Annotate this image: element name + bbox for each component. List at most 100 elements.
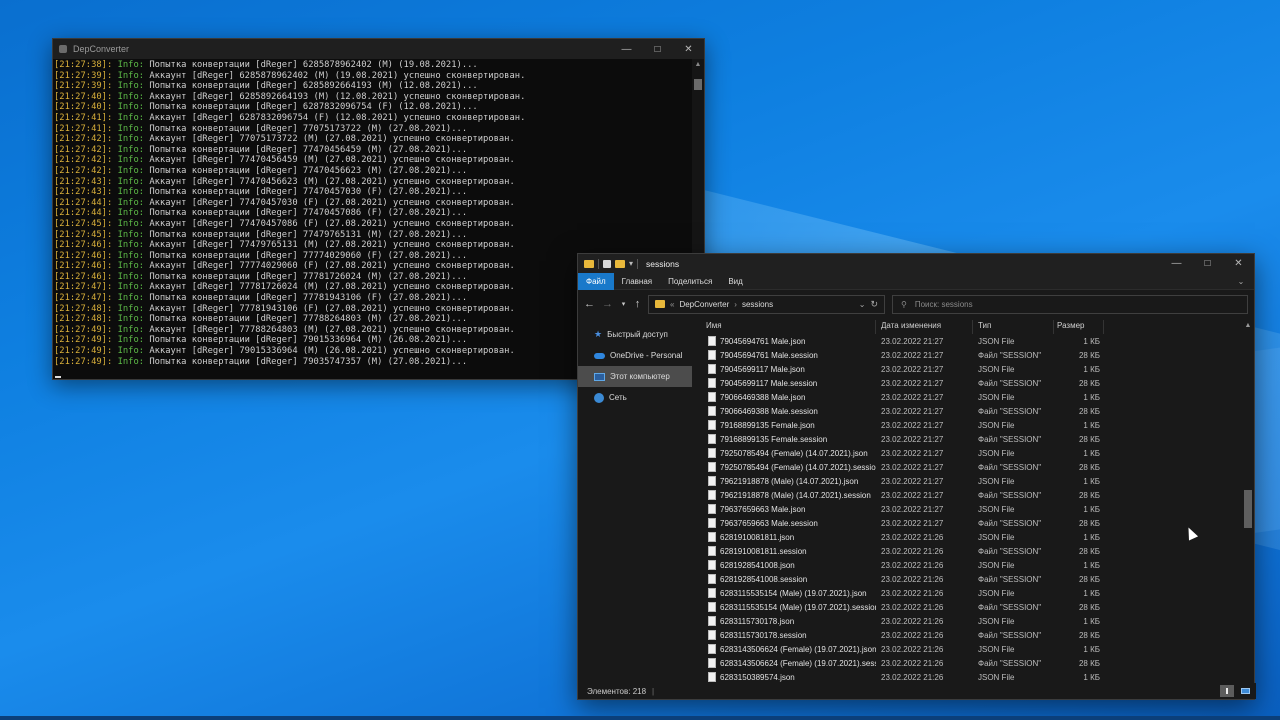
- file-size: 28 КБ: [1078, 462, 1100, 472]
- file-list: ˄ Имя Дата изменения Тип Размер 79045694…: [692, 320, 1244, 684]
- column-size[interactable]: Размер: [1054, 320, 1104, 334]
- file-type: JSON File: [978, 476, 1015, 486]
- file-row[interactable]: 79637659663 Male.json 23.02.2022 21:27 JSO…: [692, 502, 1244, 516]
- file-name: 79250785494 (Female) (14.07.2021).json: [720, 448, 868, 458]
- properties-icon[interactable]: [603, 259, 611, 268]
- refresh-icon[interactable]: ↻: [870, 299, 878, 310]
- file-row[interactable]: 79066469388 Male.json 23.02.2022 21:27 JSO…: [692, 390, 1244, 404]
- file-type: Файл "SESSION": [978, 434, 1042, 444]
- file-name: 6283143506624 (Female) (19.07.2021).sess…: [720, 658, 876, 668]
- expand-ribbon-icon[interactable]: ⌄: [1228, 277, 1254, 286]
- file-row[interactable]: 79045694761 Male.json 23.02.2022 21:27 JSO…: [692, 334, 1244, 348]
- details-view-button[interactable]: [1220, 685, 1234, 697]
- breadcrumb-parent[interactable]: DepConverter: [679, 300, 729, 309]
- file-row[interactable]: 6283115535154 (Male) (19.07.2021).sessio…: [692, 600, 1244, 614]
- file-name: 79250785494 (Female) (14.07.2021).sessio…: [720, 462, 876, 472]
- file-date: 23.02.2022 21:27: [881, 336, 944, 346]
- file-name-cell: 6281928541008.session: [692, 574, 876, 584]
- explorer-titlebar[interactable]: ▾ sessions — □ ✕: [578, 254, 1254, 273]
- scroll-thumb[interactable]: [694, 79, 702, 90]
- up-icon[interactable]: ↑: [634, 298, 641, 310]
- forward-icon[interactable]: →: [602, 298, 613, 310]
- file-row[interactable]: 79168899135 Female.session 23.02.2022 21:…: [692, 432, 1244, 446]
- file-date: 23.02.2022 21:27: [881, 462, 944, 472]
- file-row[interactable]: 6283115535154 (Male) (19.07.2021).json 23…: [692, 586, 1244, 600]
- file-type: Файл "SESSION": [978, 406, 1042, 416]
- maximize-button[interactable]: □: [642, 39, 673, 59]
- folder-icon: [655, 300, 665, 308]
- tab-view[interactable]: Вид: [720, 273, 750, 290]
- file-name-cell: 6283115535154 (Male) (19.07.2021).sessio…: [692, 602, 876, 612]
- console-line: [21:27:39]: Info: Попытка конвертации [d…: [54, 81, 704, 92]
- file-row[interactable]: 6283143506624 (Female) (19.07.2021).json…: [692, 642, 1244, 656]
- file-row[interactable]: 79168899135 Female.json 23.02.2022 21:27 J…: [692, 418, 1244, 432]
- breadcrumb-overflow[interactable]: «: [670, 300, 674, 309]
- file-list-scrollbar[interactable]: ▲: [1242, 320, 1254, 684]
- log-message: Попытка конвертации [dReger] 77479765131…: [149, 229, 468, 240]
- column-type[interactable]: Тип: [973, 320, 1054, 334]
- scroll-thumb[interactable]: [1244, 490, 1252, 528]
- tab-share[interactable]: Поделиться: [660, 273, 720, 290]
- file-row[interactable]: 79621918878 (Male) (14.07.2021).session 2…: [692, 488, 1244, 502]
- chevron-down-icon[interactable]: ▾: [629, 259, 633, 268]
- file-date: 23.02.2022 21:26: [881, 630, 944, 640]
- console-titlebar[interactable]: DepConverter — □ ✕: [53, 39, 704, 59]
- maximize-button[interactable]: □: [1192, 254, 1223, 274]
- file-row[interactable]: 79045699117 Male.json 23.02.2022 21:27 JSO…: [692, 362, 1244, 376]
- log-message: Аккаунт [dReger] 77470456623 (M) (27.08.…: [149, 176, 515, 187]
- close-button[interactable]: ✕: [1223, 254, 1254, 274]
- column-name[interactable]: Имя: [692, 320, 876, 334]
- log-message: Попытка конвертации [dReger] 77470456459…: [149, 144, 468, 155]
- file-row[interactable]: 6281928541008.session 23.02.2022 21:26 Фай…: [692, 572, 1244, 586]
- new-folder-icon[interactable]: [615, 259, 625, 268]
- file-name: 6283115730178.session: [720, 630, 807, 640]
- minimize-button[interactable]: —: [611, 39, 642, 59]
- minimize-button[interactable]: —: [1161, 254, 1192, 274]
- close-button[interactable]: ✕: [673, 39, 704, 59]
- breadcrumb-current[interactable]: sessions: [742, 300, 773, 309]
- file-name: 79066469388 Male.json: [720, 392, 806, 402]
- log-timestamp: [21:27:46]:: [54, 250, 113, 261]
- file-row[interactable]: 79250785494 (Female) (14.07.2021).sessio…: [692, 460, 1244, 474]
- console-line: [21:27:39]: Info: Аккаунт [dReger] 62858…: [54, 71, 704, 82]
- file-date: 23.02.2022 21:27: [881, 490, 944, 500]
- tab-home[interactable]: Главная: [614, 273, 660, 290]
- file-name: 6283150389574.json: [720, 672, 795, 682]
- file-size: 28 КБ: [1078, 658, 1100, 668]
- address-bar[interactable]: « DepConverter › sessions ⌄ ↻: [648, 294, 885, 314]
- scroll-up-icon[interactable]: ▲: [1242, 320, 1254, 332]
- file-row[interactable]: 6281910081811.json 23.02.2022 21:26 JSON F…: [692, 530, 1244, 544]
- file-icon: [708, 658, 716, 668]
- file-row[interactable]: 6281928541008.json 23.02.2022 21:26 JSON F…: [692, 558, 1244, 572]
- file-row[interactable]: 79066469388 Male.session 23.02.2022 21:27…: [692, 404, 1244, 418]
- nav-item-onedrive[interactable]: OneDrive - Personal: [578, 345, 692, 366]
- tab-file[interactable]: Файл: [578, 272, 614, 290]
- file-row[interactable]: 79045694761 Male.session 23.02.2022 21:27…: [692, 348, 1244, 362]
- file-row[interactable]: 79621918878 (Male) (14.07.2021).json 23.0…: [692, 474, 1244, 488]
- chevron-down-icon[interactable]: ⌄: [859, 300, 866, 309]
- log-message: Аккаунт [dReger] 77075173722 (M) (27.08.…: [149, 134, 515, 145]
- file-row[interactable]: 6283115730178.session 23.02.2022 21:26 Фай…: [692, 628, 1244, 642]
- file-row[interactable]: 6281910081811.session 23.02.2022 21:26 Фай…: [692, 544, 1244, 558]
- nav-item-quick-access[interactable]: ★ Быстрый доступ: [578, 324, 692, 345]
- search-input[interactable]: ⚲ Поиск: sessions: [892, 294, 1248, 314]
- file-row[interactable]: 6283150389574.json 23.02.2022 21:26 JSON F…: [692, 670, 1244, 684]
- recent-locations-icon[interactable]: ▾: [620, 300, 627, 308]
- file-row[interactable]: 6283143506624 (Female) (19.07.2021).sess…: [692, 656, 1244, 670]
- file-row[interactable]: 79045699117 Male.session 23.02.2022 21:27…: [692, 376, 1244, 390]
- back-icon[interactable]: ←: [584, 298, 595, 310]
- column-date[interactable]: Дата изменения: [876, 320, 973, 334]
- log-message: Аккаунт [dReger] 77788264803 (M) (27.08.…: [149, 324, 515, 335]
- breadcrumb-arrow-icon[interactable]: ›: [734, 300, 737, 309]
- file-icon: [708, 364, 716, 374]
- nav-item-network[interactable]: Сеть: [578, 387, 692, 408]
- scroll-up-icon[interactable]: ▲: [692, 59, 704, 71]
- network-icon: [594, 392, 604, 403]
- log-timestamp: [21:27:49]:: [54, 356, 113, 367]
- file-row[interactable]: 79637659663 Male.session 23.02.2022 21:27…: [692, 516, 1244, 530]
- nav-item-this-pc[interactable]: Этот компьютер: [578, 366, 692, 387]
- large-icons-view-button[interactable]: [1238, 685, 1252, 697]
- file-row[interactable]: 79250785494 (Female) (14.07.2021).json 23…: [692, 446, 1244, 460]
- file-row[interactable]: 6283115730178.json 23.02.2022 21:26 JSON F…: [692, 614, 1244, 628]
- log-level: Info:: [117, 187, 145, 198]
